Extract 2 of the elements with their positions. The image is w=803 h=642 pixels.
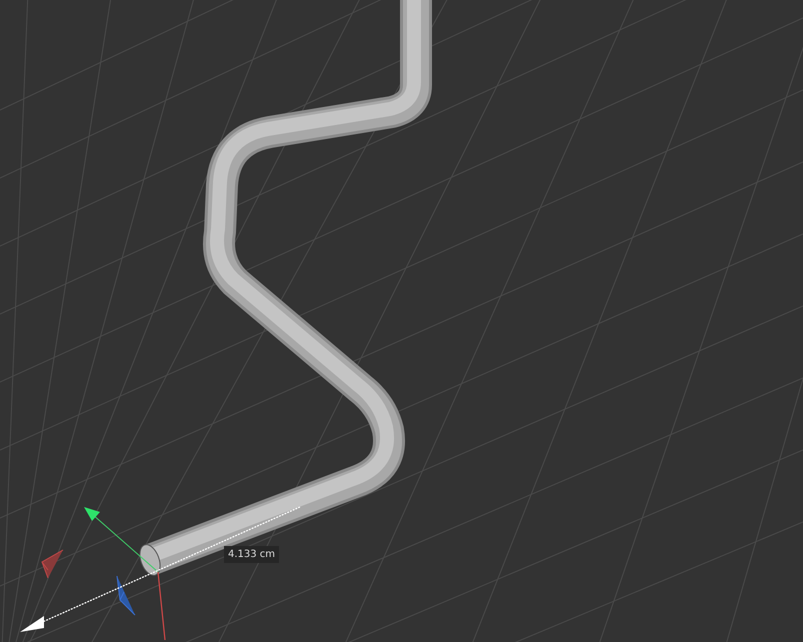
measurement-label: 4.133 cm <box>224 546 280 563</box>
3d-viewport[interactable]: 4.133 cm <box>0 0 803 642</box>
